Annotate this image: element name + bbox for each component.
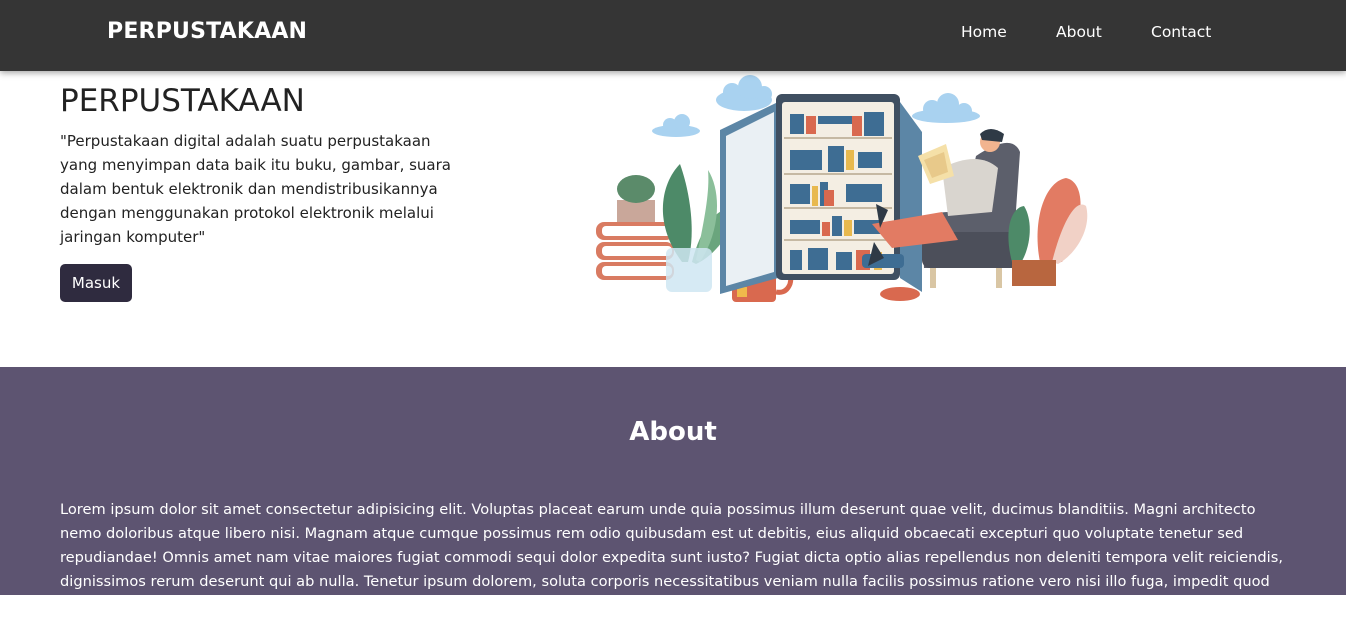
masuk-button[interactable]: Masuk: [60, 264, 132, 302]
about-text: Lorem ipsum dolor sit amet consectetur a…: [60, 501, 1283, 614]
nav-link-contact[interactable]: Contact: [1151, 23, 1211, 41]
potted-plant-icon: [1008, 178, 1088, 286]
hero-quote: "Perpustakaan digital adalah suatu perpu…: [60, 132, 451, 246]
about-section: About Lorem ipsum dolor sit amet consect…: [0, 367, 1346, 614]
about-title: About: [629, 417, 717, 447]
potted-plant-icon: [617, 175, 655, 222]
cloud-icon: [912, 93, 980, 123]
nav-link-about[interactable]: About: [1056, 23, 1102, 41]
brand-logo-text[interactable]: PERPUSTAKAAN: [107, 19, 307, 44]
nav-link-home[interactable]: Home: [961, 23, 1007, 41]
navbar: PERPUSTAKAAN Home About Contact: [0, 0, 1346, 71]
hero-title: PERPUSTAKAAN: [60, 83, 305, 119]
cloud-icon: [716, 75, 772, 111]
library-reading-illustration: [596, 75, 1088, 302]
stacked-books-icon: [596, 222, 674, 280]
cloud-icon: [652, 114, 700, 137]
